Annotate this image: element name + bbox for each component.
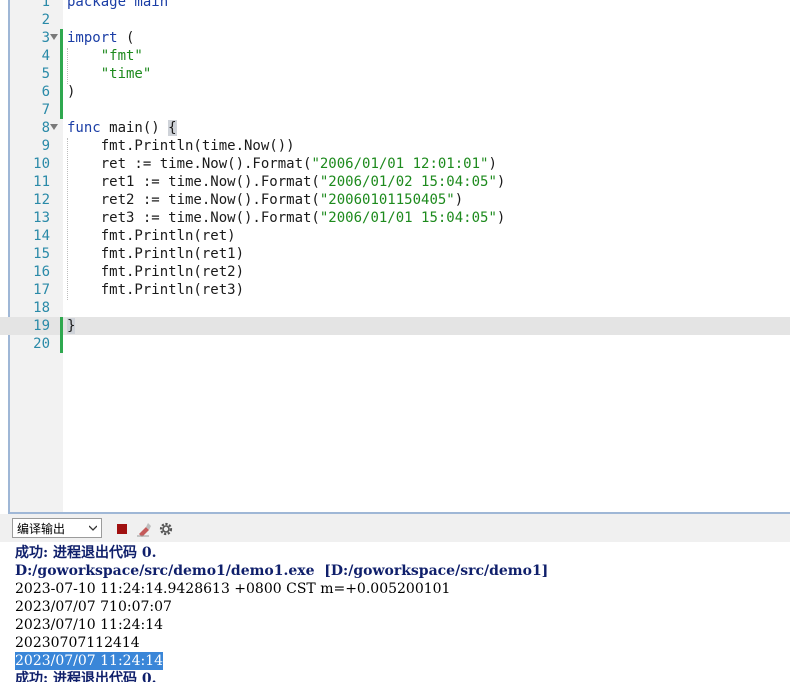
change-marker [60,65,63,83]
code-text: fmt.Println(ret) [67,228,236,244]
code-text: "fmt" [100,48,143,64]
line-number: 19 [33,318,50,334]
stop-icon[interactable] [114,521,130,537]
code-line[interactable]: 7 [0,101,790,119]
code-text: ret2 := time.Now().Format("2006010115040… [67,192,464,208]
line-number: 7 [41,102,50,118]
code-text: ret1 := time.Now().Format("2006/01/02 15… [67,174,506,190]
line-number: 18 [33,300,50,316]
output-channel-value: 编译输出 [17,522,66,536]
line-number: 11 [33,174,50,190]
output-line: 20230707112414 [15,635,140,651]
code-line[interactable]: 13 ret3 := time.Now().Format("2006/01/01… [0,209,790,227]
code-text: ret3 := time.Now().Format("2006/01/01 15… [67,210,506,226]
code-line[interactable]: 6) [0,83,790,101]
output-line: 2023/07/10 11:24:14 [15,617,164,633]
line-number: 15 [33,246,50,262]
output-line: D:/goworkspace/src/demo1/demo1.exe [D:/g… [15,563,549,579]
change-marker [60,101,63,119]
fold-toggle-icon[interactable] [50,124,58,130]
line-number: 2 [41,12,50,28]
line-number: 8 [41,120,50,136]
line-number: 20 [33,336,50,352]
line-number: 9 [41,138,50,154]
code-line[interactable]: 14 fmt.Println(ret) [0,227,790,245]
code-line[interactable]: 20 [0,335,790,353]
code-text: package main [67,0,169,10]
code-line[interactable]: 11 ret1 := time.Now().Format("2006/01/02… [0,173,790,191]
code-line[interactable]: 1 package main [0,0,790,11]
line-number: 4 [41,48,50,64]
output-channel-select[interactable]: 编译输出 [12,518,102,538]
line-number: 14 [33,228,50,244]
fold-toggle-icon[interactable] [50,34,58,40]
code-text: fmt.Println(ret2) [67,264,245,280]
code-line[interactable]: 19} [0,317,790,335]
code-line[interactable]: 12 ret2 := time.Now().Format("2006010115… [0,191,790,209]
output-line: 2023-07-10 11:24:14.9428613 +0800 CST m=… [15,581,451,597]
code-text: "time" [100,66,152,82]
line-number: 1 [41,0,50,10]
line-number: 12 [33,192,50,208]
change-marker [60,317,63,335]
code-text: fmt.Println(time.Now()) [67,138,295,154]
code-line[interactable]: 4 "fmt" [0,47,790,65]
code-line[interactable]: 3 import ( [0,29,790,47]
code-text: ) [67,84,76,100]
line-number: 13 [33,210,50,226]
code-text: import ( [67,30,135,46]
code-line[interactable]: 10 ret := time.Now().Format("2006/01/01 … [0,155,790,173]
change-marker [60,335,63,353]
line-number: 17 [33,282,50,298]
code-text: ret := time.Now().Format("2006/01/01 12:… [67,156,497,172]
code-line[interactable]: 17 fmt.Println(ret3) [0,281,790,299]
line-number: 3 [41,30,50,46]
line-number: 16 [33,264,50,280]
output-line: 2023/07/07 710:07:07 [15,599,172,615]
settings-icon[interactable] [158,521,174,537]
code-line[interactable]: 8 func main() { [0,119,790,137]
code-line[interactable]: 16 fmt.Println(ret2) [0,263,790,281]
code-line[interactable]: 9 fmt.Println(time.Now()) [0,137,790,155]
output-toolbar: 编译输出 [0,514,790,542]
chevron-down-icon [89,525,97,531]
code-line[interactable]: 18 [0,299,790,317]
change-marker [60,29,63,47]
code-editor[interactable]: 1 package main 2 3 import (4 "fmt" 5 "time" 6)… [0,0,790,512]
clear-output-icon[interactable] [136,521,152,537]
code-text: func main() { [67,120,177,136]
code-line[interactable]: 15 fmt.Println(ret1) [0,245,790,263]
change-marker [60,83,63,101]
line-number: 5 [41,66,50,82]
code-line[interactable]: 2 [0,11,790,29]
output-line: 成功: 进程退出代码 0. [15,545,157,561]
code-text: } [67,318,76,334]
code-text: fmt.Println(ret3) [67,282,245,298]
code-line[interactable]: 5 "time" [0,65,790,83]
line-number: 10 [33,156,50,172]
line-number: 6 [41,84,50,100]
change-marker [60,47,63,65]
code-text: fmt.Println(ret1) [67,246,245,262]
output-line: 2023/07/07 11:24:14 [15,652,164,670]
build-output[interactable]: 成功: 进程退出代码 0. D:/goworkspace/src/demo1/de… [0,542,790,682]
output-line: 成功: 进程退出代码 0. [15,671,157,682]
